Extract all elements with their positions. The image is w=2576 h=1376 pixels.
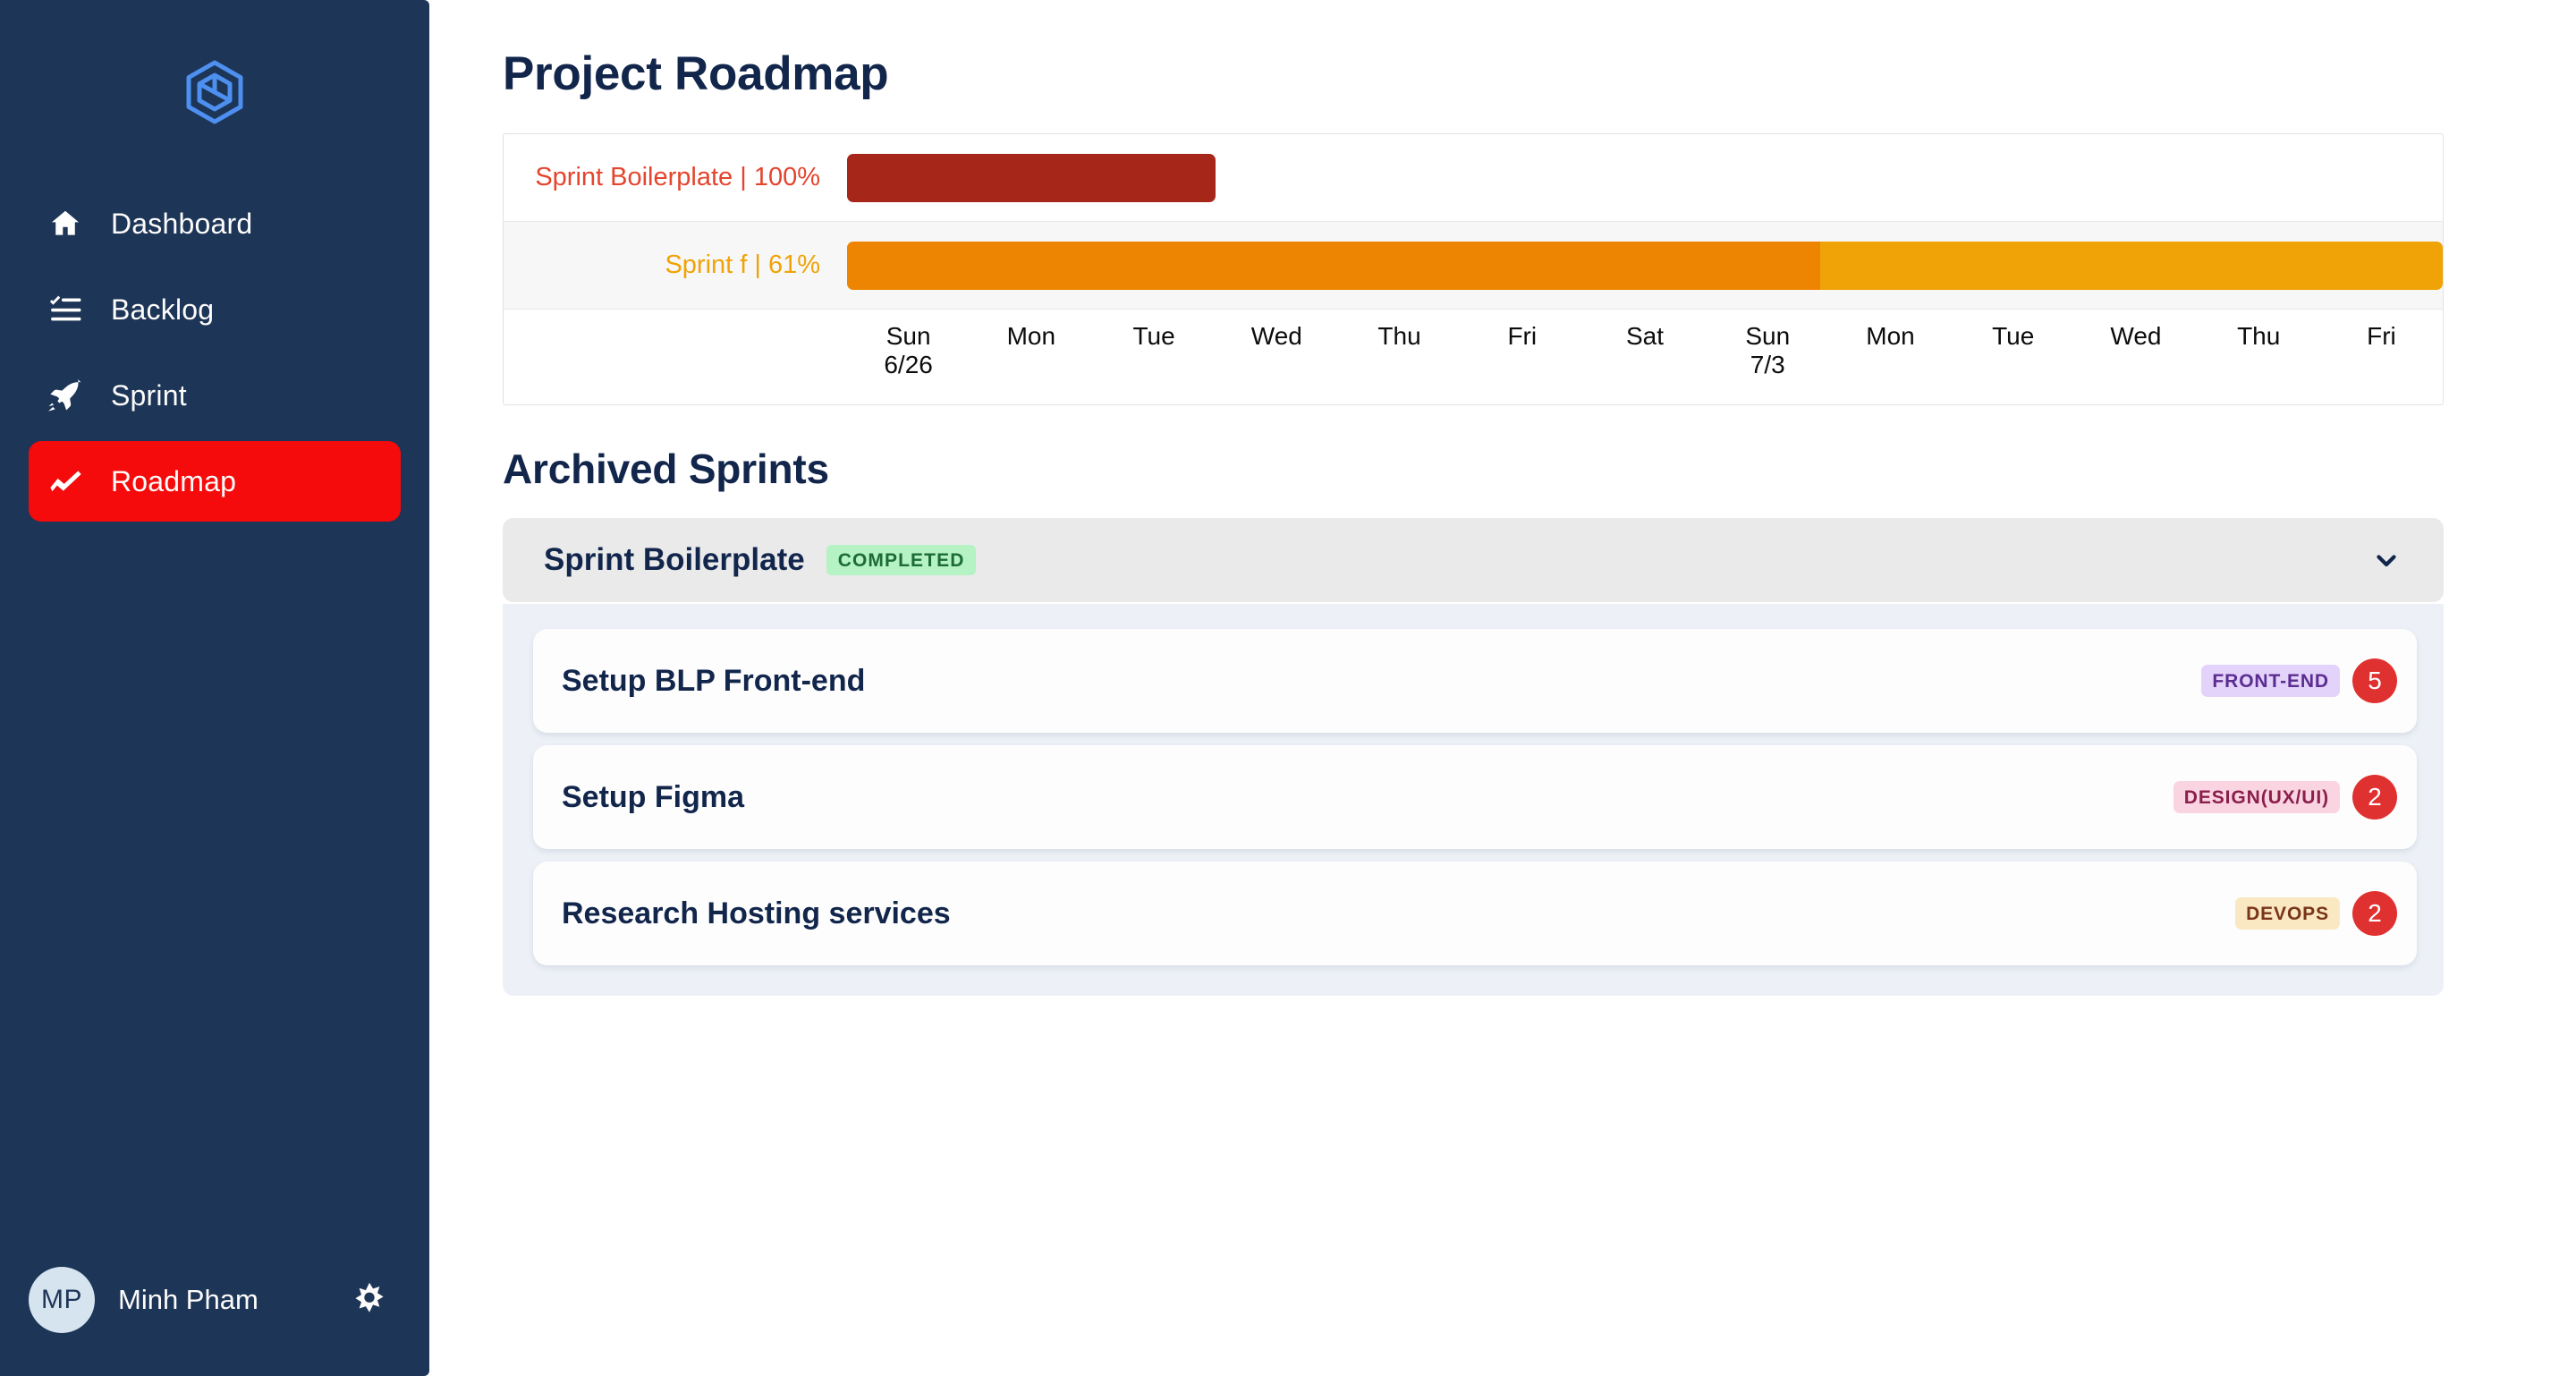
accordion-sprint-title: Sprint Boilerplate <box>544 542 805 577</box>
axis-day-label: Fri <box>2367 322 2396 350</box>
sidebar-item-backlog[interactable]: Backlog <box>29 269 401 350</box>
gantt-track <box>847 134 2443 222</box>
task-title: Setup Figma <box>562 779 745 814</box>
axis-day-label: Thu <box>1377 322 1421 350</box>
gantt-bar[interactable] <box>847 153 1216 202</box>
axis-day-label: Fri <box>1507 322 1538 350</box>
section-title: Archived Sprints <box>503 446 829 492</box>
axis-day-label: Mon <box>1866 322 1915 350</box>
chevron-down-icon[interactable] <box>2368 542 2404 578</box>
axis-day-label: Sun 7/3 <box>1745 322 1791 379</box>
axis-day-label: Mon <box>1006 322 1056 350</box>
axis-day-label: Tue <box>1132 322 1175 350</box>
axis-day-label: Sun 6/26 <box>884 322 933 379</box>
accordion-body: Setup BLP Front-end FRONT-END 5 Setup Figma… <box>503 604 2444 996</box>
hexagon-cube-logo-icon <box>186 60 243 123</box>
task-card[interactable]: Setup Figma DESIGN(UX/UI) 2 <box>533 745 2417 849</box>
task-tag: DESIGN(UX/UI) <box>2173 781 2340 813</box>
task-story-points: 5 <box>2352 658 2397 703</box>
gantt-bar-remaining <box>1820 241 2443 290</box>
sidebar-user-row[interactable]: MP Minh Pham <box>0 1251 429 1349</box>
checklist-icon <box>45 289 86 330</box>
axis-day-labels: Sun 6/26 Mon Tue Wed Thu Fri Sat Sun 7/3 Mon Tue W… <box>847 322 2443 380</box>
gantt-row[interactable]: Sprint f | 61% <box>504 222 2443 310</box>
gantt-bar[interactable] <box>847 241 2443 290</box>
trending-line-icon <box>45 461 86 502</box>
task-story-points: 2 <box>2352 891 2397 936</box>
task-card[interactable]: Setup BLP Front-end FRONT-END 5 <box>533 629 2417 733</box>
sidebar-item-dashboard[interactable]: Dashboard <box>29 183 401 264</box>
user-name: Minh Pham <box>118 1284 258 1315</box>
gantt-bar-progress <box>847 241 1821 290</box>
gantt-track <box>847 222 2443 310</box>
home-icon <box>45 203 86 244</box>
sidebar-item-label: Sprint <box>111 379 187 412</box>
gantt-bar-progress <box>847 153 1216 202</box>
gantt-row-label: Sprint Boilerplate | 100% <box>535 163 820 191</box>
task-card[interactable]: Research Hosting services DEVOPS 2 <box>533 862 2417 965</box>
sidebar-nav: Dashboard Backlog Sprint Roadmap <box>0 183 429 522</box>
gear-icon <box>355 1282 384 1312</box>
settings-button[interactable] <box>343 1274 395 1326</box>
task-title: Setup BLP Front-end <box>562 663 866 698</box>
sidebar-item-label: Backlog <box>111 293 215 326</box>
gantt-row[interactable]: Sprint Boilerplate | 100% <box>504 134 2443 222</box>
page-title: Project Roadmap <box>503 47 889 100</box>
task-story-points: 2 <box>2352 775 2397 820</box>
axis-day-label: Thu <box>2237 322 2281 350</box>
app-logo[interactable] <box>0 0 429 183</box>
gantt-chart: Sprint Boilerplate | 100% Sprint f | 61%… <box>503 133 2444 405</box>
sidebar-item-roadmap[interactable]: Roadmap <box>29 441 401 522</box>
sidebar-item-label: Roadmap <box>111 465 237 497</box>
axis-day-label: Tue <box>1992 322 2035 350</box>
axis-day-label: Wed <box>1250 322 1302 350</box>
gantt-row-label: Sprint f | 61% <box>665 251 820 279</box>
avatar: MP <box>29 1267 95 1333</box>
gantt-axis: Sun 6/26 Mon Tue Wed Thu Fri Sat Sun 7/3 Mon Tue W… <box>504 310 2443 404</box>
accordion-header[interactable]: Sprint Boilerplate COMPLETED <box>503 518 2444 602</box>
task-tag: FRONT-END <box>2201 665 2340 697</box>
status-badge: COMPLETED <box>826 545 977 575</box>
sidebar-item-sprint[interactable]: Sprint <box>29 355 401 436</box>
task-tag: DEVOPS <box>2235 897 2340 930</box>
app-root: Dashboard Backlog Sprint Roadmap MP Minh… <box>0 0 2576 1376</box>
main-content: Project Roadmap Sprint Boilerplate | 100… <box>429 0 2576 1376</box>
axis-day-label: Sat <box>1626 322 1665 350</box>
sidebar-item-label: Dashboard <box>111 208 253 240</box>
sidebar: Dashboard Backlog Sprint Roadmap MP Minh… <box>0 0 429 1376</box>
rocket-icon <box>45 375 86 416</box>
task-title: Research Hosting services <box>562 896 951 930</box>
archived-sprints-accordion: Sprint Boilerplate COMPLETED Setup BLP F… <box>503 518 2444 996</box>
axis-day-label: Wed <box>2110 322 2162 350</box>
